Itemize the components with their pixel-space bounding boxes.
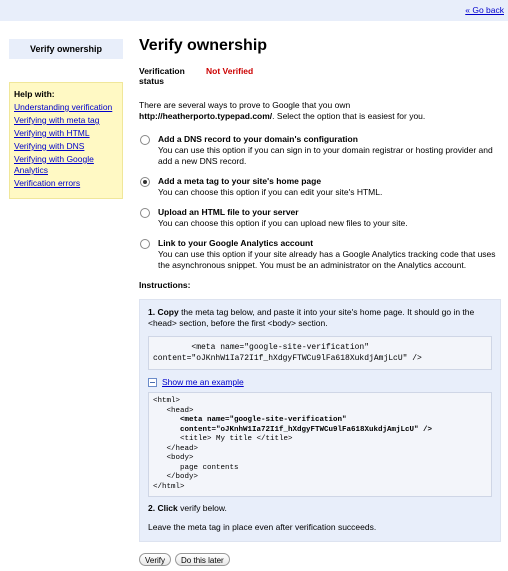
help-link-errors[interactable]: Verification errors <box>14 178 118 189</box>
help-box: Help with: Understanding verification Ve… <box>9 82 123 199</box>
step-1: 1. Copy the meta tag below, and paste it… <box>148 307 492 329</box>
leave-note: Leave the meta tag in place even after v… <box>148 522 377 532</box>
verify-button[interactable]: Verify <box>139 553 172 566</box>
verification-options: Add a DNS record to your domain's config… <box>139 134 501 271</box>
step-2: 2. Click verify below. <box>148 503 492 514</box>
do-this-later-button[interactable]: Do this later <box>175 553 230 566</box>
option-dns[interactable]: Add a DNS record to your domain's config… <box>139 134 501 167</box>
status-badge: Not Verified <box>206 66 254 76</box>
help-link-understanding[interactable]: Understanding verification <box>14 102 118 113</box>
option-title: Add a meta tag to your site's home page <box>158 176 322 186</box>
go-back-link[interactable]: « Go back <box>465 5 504 15</box>
intro-prefix: There are several ways to prove to Googl… <box>139 100 351 110</box>
option-google-analytics[interactable]: Link to your Google Analytics account Yo… <box>139 238 501 271</box>
intro-text: There are several ways to prove to Googl… <box>139 100 501 122</box>
instructions-box: 1. Copy the meta tag below, and paste it… <box>139 299 501 542</box>
help-link-meta-tag[interactable]: Verifying with meta tag <box>14 115 118 126</box>
collapse-icon[interactable] <box>148 377 157 387</box>
intro-suffix: . Select the option that is easiest for … <box>272 111 426 121</box>
meta-tag-line-1: <meta name="google-site-verification" <box>153 343 370 352</box>
code-line: content="oJKnhW1Ia72I1f_hXdgyFTWCu9lFa61… <box>153 425 433 434</box>
page-title: Verify ownership <box>139 37 268 54</box>
option-description: You can choose this option if you can ed… <box>158 187 383 197</box>
status-label: Verification status <box>139 66 185 86</box>
site-url: http://heatherporto.typepad.com/ <box>139 111 273 121</box>
radio-google-analytics[interactable] <box>140 239 150 249</box>
sidebar: Verify ownership Help with: Understandin… <box>9 39 123 199</box>
help-link-dns[interactable]: Verifying with DNS <box>14 141 118 152</box>
help-title: Help with: <box>14 89 55 99</box>
radio-html-file[interactable] <box>140 208 150 218</box>
option-description: You can choose this option if you can up… <box>158 218 408 228</box>
example-toggle[interactable]: Show me an example <box>148 377 492 387</box>
code-line: <title> My title </title> <box>153 435 293 443</box>
step-2-text: verify below. <box>177 503 227 513</box>
step-2-label: 2. Click <box>148 503 178 513</box>
radio-meta-tag[interactable] <box>140 177 150 187</box>
meta-tag-line-2: content="oJKnhW1Ia72I1f_hXdgyFTWCu9lFa61… <box>153 354 422 363</box>
option-title: Add a DNS record to your domain's config… <box>158 134 358 144</box>
verification-status: Verification status Not Verified <box>139 66 501 86</box>
instructions-label: Instructions: <box>139 280 191 290</box>
code-line: </html> <box>153 482 185 491</box>
code-line: <head> <box>153 406 194 415</box>
top-bar: « Go back <box>0 0 508 21</box>
action-buttons: Verify Do this later <box>139 553 501 566</box>
meta-tag-code[interactable]: <meta name="google-site-verification" co… <box>148 336 492 370</box>
main-content: Verify ownership Verification status Not… <box>139 36 501 566</box>
option-title: Link to your Google Analytics account <box>158 238 314 248</box>
sidebar-title: Verify ownership <box>9 39 123 59</box>
option-description: You can use this option if you can sign … <box>158 145 493 166</box>
help-link-html[interactable]: Verifying with HTML <box>14 128 118 139</box>
step-1-label: 1. Copy <box>148 307 179 317</box>
code-line: <body> <box>153 454 194 462</box>
step-1-text: the meta tag below, and paste it into yo… <box>148 307 475 328</box>
code-line: </body> <box>153 473 199 481</box>
option-description: You can use this option if your site alr… <box>158 249 496 270</box>
help-link-google-analytics[interactable]: Verifying with Google Analytics <box>14 154 118 176</box>
radio-dns[interactable] <box>140 135 150 145</box>
code-line: <meta name="google-site-verification" <box>153 416 347 424</box>
option-html-file[interactable]: Upload an HTML file to your server You c… <box>139 207 501 229</box>
example-code: <html> <head> <meta name="google-site-ve… <box>148 392 492 497</box>
code-line: page contents <box>153 463 239 472</box>
code-line: </head> <box>153 444 199 453</box>
option-title: Upload an HTML file to your server <box>158 207 299 217</box>
show-example-link[interactable]: Show me an example <box>162 377 244 387</box>
code-line: <html> <box>153 397 181 405</box>
option-meta-tag[interactable]: Add a meta tag to your site's home page … <box>139 176 501 198</box>
